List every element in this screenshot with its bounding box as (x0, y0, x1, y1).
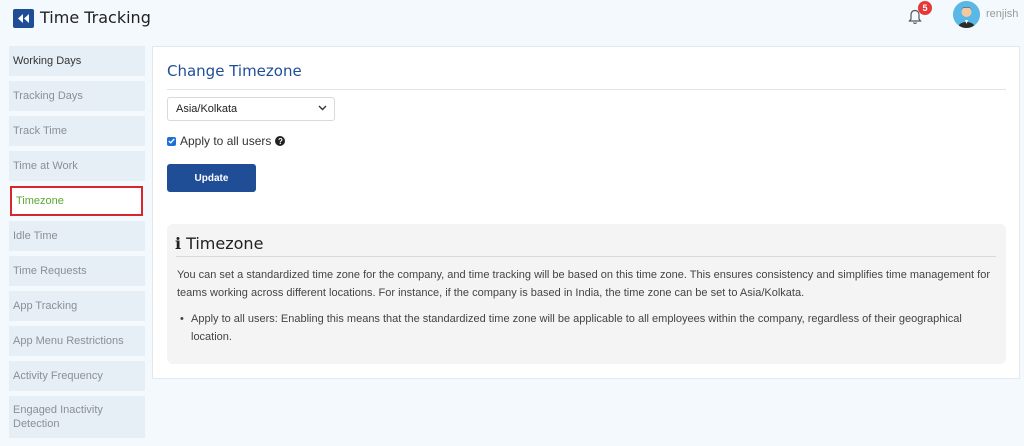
sidebar-item-label: Working Days (13, 55, 82, 67)
username[interactable]: renjish (986, 8, 1018, 20)
sidebar-item-app-menu-restrictions[interactable]: App Menu Restrictions (9, 326, 145, 356)
timezone-panel: Change Timezone Asia/Kolkata Apply to al… (152, 46, 1020, 379)
timezone-select-value: Asia/Kolkata (176, 103, 238, 115)
info-icon: i (175, 234, 182, 253)
settings-sidebar: Working Days Tracking Days Track Time Ti… (9, 46, 145, 443)
sidebar-item-label: Idle Time (13, 230, 58, 242)
sidebar-item-activity-frequency[interactable]: Activity Frequency (9, 361, 145, 391)
question-icon[interactable]: ? (275, 136, 286, 146)
avatar[interactable] (953, 1, 980, 28)
back-button[interactable] (13, 9, 34, 28)
sidebar-item-tracking-days[interactable]: Tracking Days (9, 81, 145, 111)
apply-all-users-row: Apply to all users ? (167, 134, 286, 148)
sidebar-item-label: Tracking Days (13, 90, 83, 102)
sidebar-item-label: App Tracking (13, 300, 78, 312)
user-avatar-icon (953, 1, 980, 28)
sidebar-item-idle-time[interactable]: Idle Time (9, 221, 145, 251)
info-box: i Timezone You can set a standardized ti… (167, 224, 1006, 364)
sidebar-item-working-days[interactable]: Working Days (9, 46, 145, 76)
app-title: Time Tracking (40, 8, 151, 27)
sidebar-item-label: App Menu Restrictions (13, 335, 124, 347)
sidebar-item-label: Time at Work (13, 160, 78, 172)
back-icon (18, 14, 29, 23)
update-button[interactable]: Update (167, 164, 256, 192)
apply-all-users-checkbox[interactable] (167, 136, 176, 146)
checkmark-icon (168, 138, 175, 144)
sidebar-item-timezone[interactable]: Timezone (10, 186, 143, 216)
sidebar-item-label: Track Time (13, 125, 67, 137)
sidebar-item-label: Engaged Inactivity Detection (13, 404, 103, 430)
sidebar-item-app-tracking[interactable]: App Tracking (9, 291, 145, 321)
page-title: Change Timezone (167, 62, 302, 80)
notification-badge: 5 (918, 1, 932, 15)
sidebar-item-time-at-work[interactable]: Time at Work (9, 151, 145, 181)
top-header: Time Tracking 5 renjish (0, 0, 1024, 38)
title-divider (167, 89, 1006, 90)
chevron-down-icon (318, 105, 327, 111)
sidebar-item-label: Time Requests (13, 265, 87, 277)
sidebar-item-label: Timezone (16, 195, 64, 207)
sidebar-item-label: Activity Frequency (13, 370, 103, 382)
info-paragraph: You can set a standardized time zone for… (177, 269, 990, 299)
timezone-select[interactable]: Asia/Kolkata (167, 97, 335, 121)
apply-all-users-label[interactable]: Apply to all users (180, 134, 271, 148)
info-title: i Timezone (175, 234, 263, 253)
sidebar-item-time-requests[interactable]: Time Requests (9, 256, 145, 286)
sidebar-item-engaged-inactivity-detection[interactable]: Engaged Inactivity Detection (9, 396, 145, 438)
info-title-text: Timezone (186, 234, 264, 253)
info-divider (176, 256, 996, 257)
info-bullet-item: Apply to all users: Enabling this means … (177, 310, 997, 346)
sidebar-item-track-time[interactable]: Track Time (9, 116, 145, 146)
